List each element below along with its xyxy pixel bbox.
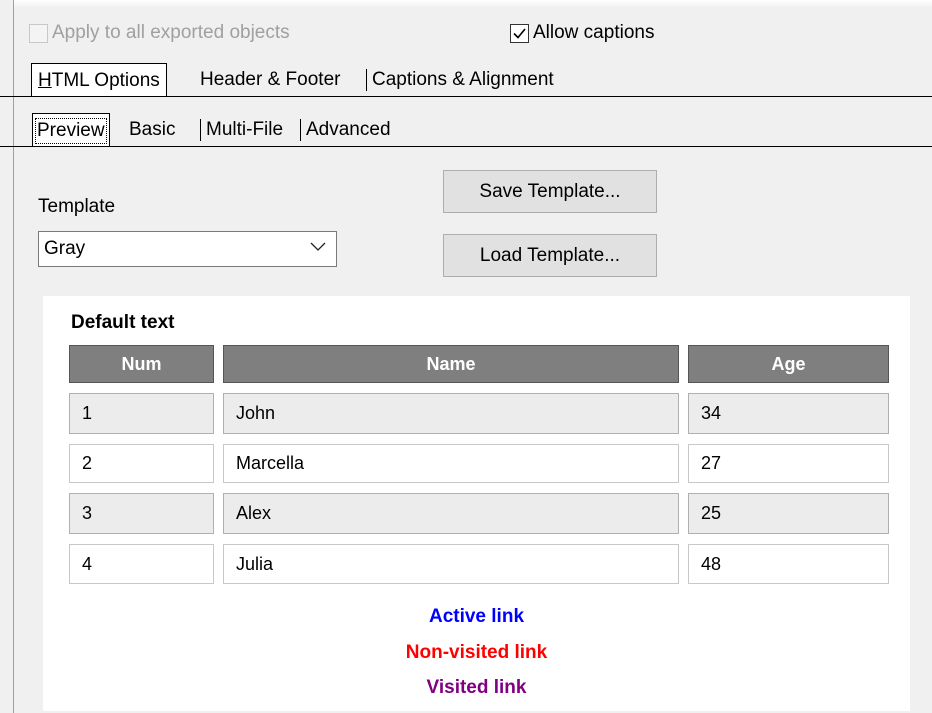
table-cell: John	[223, 393, 679, 434]
load-template-button[interactable]: Load Template...	[443, 234, 657, 277]
table-cell: Julia	[223, 544, 679, 584]
panel-top-edge	[13, 0, 932, 8]
save-template-label: Save Template...	[479, 180, 621, 202]
tab-captions-alignment[interactable]: Captions & Alignment	[366, 63, 560, 96]
nonvisited-link-sample: Non-visited link	[405, 642, 548, 663]
tab-html-options-accel: H	[38, 69, 52, 91]
table-cell: 27	[688, 444, 889, 483]
table-cell: 1	[69, 393, 214, 434]
default-text-label: Default text	[71, 312, 175, 333]
active-link-sample: Active link	[428, 606, 525, 627]
column-header-num: Num	[69, 345, 214, 383]
table-cell: 48	[688, 544, 889, 584]
tab-header-footer[interactable]: Header & Footer	[194, 63, 346, 96]
visited-link-sample: Visited link	[426, 677, 527, 698]
template-preview: Default text Num Name Age 1 John 34 2 Ma…	[43, 296, 910, 711]
table-cell: 2	[69, 444, 214, 483]
tab-preview-label: Preview	[35, 117, 107, 144]
tab-advanced-label: Advanced	[306, 118, 391, 140]
tab-captions-alignment-label: Captions & Alignment	[372, 68, 554, 90]
column-header-age: Age	[688, 345, 889, 383]
table-cell: Marcella	[223, 444, 679, 483]
tab-basic[interactable]: Basic	[124, 113, 180, 146]
tab-html-options-label: TML Options	[51, 69, 160, 91]
main-tab-baseline	[0, 96, 932, 97]
panel-left-border	[13, 0, 14, 713]
load-template-label: Load Template...	[479, 244, 621, 266]
template-label: Template	[38, 196, 116, 217]
main-tab-strip: H TML Options Header & Footer Captions & …	[0, 63, 932, 97]
sub-tab-baseline	[0, 146, 932, 147]
checkmark-icon	[513, 27, 526, 39]
allow-captions-label: Allow captions	[533, 22, 655, 43]
apply-to-all-label: Apply to all exported objects	[52, 22, 290, 43]
sub-tab-strip: Preview Basic Multi-File Advanced	[0, 113, 932, 147]
tab-advanced[interactable]: Advanced	[300, 113, 397, 146]
table-cell: Alex	[223, 493, 679, 534]
allow-captions-checkbox[interactable]: Allow captions	[510, 22, 654, 44]
template-select-value: Gray	[44, 238, 86, 259]
table-cell: 34	[688, 393, 889, 434]
tab-preview[interactable]: Preview	[32, 113, 110, 147]
tab-multi-file[interactable]: Multi-File	[200, 113, 289, 146]
save-template-button[interactable]: Save Template...	[443, 170, 657, 213]
tab-multi-file-label: Multi-File	[206, 118, 284, 140]
allow-captions-checkbox-box[interactable]	[510, 23, 529, 43]
table-cell: 4	[69, 544, 214, 584]
export-options-panel: Apply to all exported objects Allow capt…	[0, 0, 932, 713]
column-header-name: Name	[223, 345, 679, 383]
apply-to-all-checkbox-box[interactable]	[29, 23, 48, 43]
table-cell: 3	[69, 493, 214, 534]
tab-html-options[interactable]: H TML Options	[31, 63, 167, 97]
tab-basic-label: Basic	[129, 118, 176, 140]
table-cell: 25	[688, 493, 889, 534]
chevron-down-icon	[310, 242, 326, 251]
apply-to-all-checkbox[interactable]: Apply to all exported objects	[29, 22, 290, 44]
tab-header-footer-label: Header & Footer	[200, 68, 341, 90]
template-select[interactable]: Gray	[38, 231, 337, 267]
